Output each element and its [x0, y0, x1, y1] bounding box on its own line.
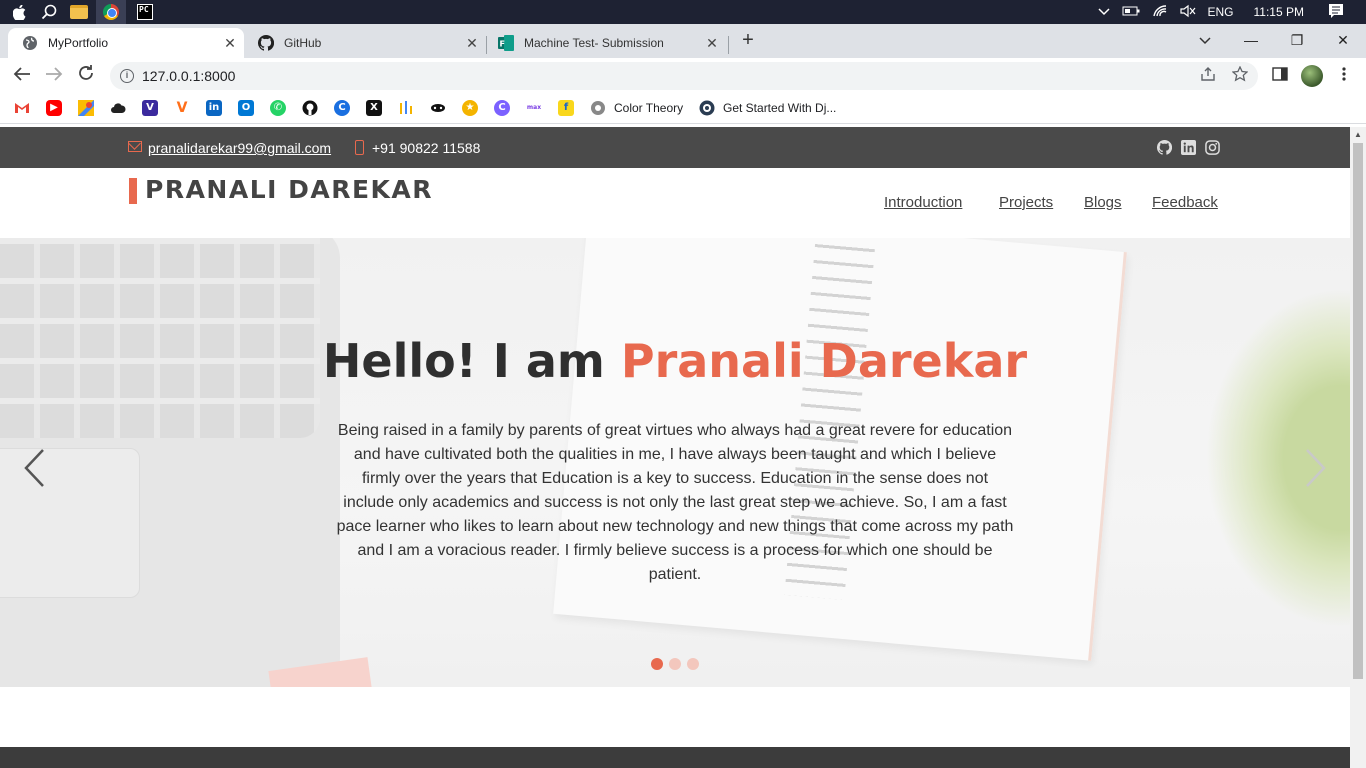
scrollbar-thumb[interactable]	[1353, 143, 1363, 679]
carousel-next-icon[interactable]	[1305, 448, 1327, 488]
forms-icon: F	[498, 35, 514, 51]
contact-bar: pranalidarekar99@gmail.com +91 90822 115…	[0, 127, 1350, 168]
new-tab-button[interactable]: +	[736, 28, 760, 52]
chevron-up-icon[interactable]	[1097, 5, 1110, 19]
clock[interactable]: 11:15 PM	[1254, 5, 1304, 19]
maps-icon[interactable]	[78, 100, 94, 116]
v-icon[interactable]: V	[142, 100, 158, 116]
reload-icon[interactable]	[74, 64, 98, 88]
hero-description: Being raised in a family by parents of g…	[336, 422, 1014, 583]
tab-github[interactable]: GitHub ✕	[244, 28, 486, 58]
instagram-social-icon[interactable]	[1205, 140, 1220, 155]
notifications-icon[interactable]	[1328, 3, 1344, 22]
volume-muted-icon[interactable]	[1179, 4, 1196, 21]
bookmark-get-started-django[interactable]: Get Started With Dj...	[723, 101, 836, 115]
nav-introduction[interactable]: Introduction	[884, 194, 962, 211]
tab-title: GitHub	[284, 36, 322, 50]
brand-accent-bar	[129, 178, 137, 204]
bug-icon[interactable]	[430, 100, 446, 116]
browser-tab-strip: MyPortfolio ✕ GitHub ✕ F Machine Test- S…	[0, 24, 1366, 58]
youtube-icon[interactable]: ▶	[46, 100, 62, 116]
svg-text:F: F	[500, 40, 505, 49]
url-text: 127.0.0.1:8000	[142, 68, 236, 84]
forward-icon[interactable]	[42, 64, 66, 88]
max-icon[interactable]: max	[526, 100, 542, 116]
outlook-icon[interactable]: O	[238, 100, 254, 116]
close-icon[interactable]: ✕	[704, 35, 720, 52]
carousel-dot-2[interactable]	[669, 658, 681, 670]
carousel-prev-icon[interactable]	[23, 448, 45, 488]
coin-icon[interactable]: ★	[462, 100, 478, 116]
x-icon[interactable]: X	[366, 100, 382, 116]
v-orange-icon[interactable]: V	[174, 100, 190, 116]
close-window-icon[interactable]: ✕	[1329, 28, 1357, 52]
site-brand[interactable]: PRANALI DAREKAR	[145, 175, 433, 204]
restore-icon[interactable]: ❐	[1283, 28, 1311, 52]
apple-icon[interactable]	[8, 3, 30, 21]
file-explorer-icon[interactable]	[68, 3, 90, 21]
profile-avatar[interactable]	[1301, 65, 1323, 87]
scroll-up-icon[interactable]: ▲	[1354, 130, 1362, 139]
share-icon[interactable]	[1200, 66, 1216, 86]
github-icon	[257, 34, 275, 51]
search-icon[interactable]	[38, 3, 60, 21]
carousel-dot-3[interactable]	[687, 658, 699, 670]
close-icon[interactable]: ✕	[222, 35, 238, 52]
page-viewport: pranalidarekar99@gmail.com +91 90822 115…	[0, 127, 1350, 768]
tab-divider	[728, 36, 729, 54]
tab-title: MyPortfolio	[48, 36, 109, 50]
back-icon[interactable]	[10, 64, 34, 88]
carousel-dot-1[interactable]	[651, 658, 663, 670]
address-bar[interactable]: i 127.0.0.1:8000	[110, 62, 1258, 90]
tab-myportfolio[interactable]: MyPortfolio ✕	[8, 28, 244, 58]
tab-machine-test[interactable]: F Machine Test- Submission ✕	[484, 28, 726, 58]
github-bookmark-icon[interactable]	[302, 100, 318, 116]
tab-search-icon[interactable]	[1191, 28, 1219, 52]
menu-icon[interactable]	[1342, 66, 1346, 85]
browser-toolbar: i 127.0.0.1:8000	[0, 58, 1366, 94]
nav-blogs[interactable]: Blogs	[1084, 194, 1122, 211]
cloud-icon[interactable]	[110, 100, 126, 116]
github-social-icon[interactable]	[1156, 139, 1173, 155]
hero-carousel: Hello! I am Pranali Darekar Being raised…	[0, 238, 1350, 687]
globe-icon	[22, 35, 38, 51]
tab-title: Machine Test- Submission	[524, 36, 664, 50]
nav-feedback[interactable]: Feedback	[1152, 194, 1218, 211]
minimize-icon[interactable]: —	[1237, 28, 1265, 52]
whatsapp-icon[interactable]: ✆	[270, 100, 286, 116]
linkedin-icon[interactable]: in	[206, 100, 222, 116]
page-scrollbar[interactable]: ▲	[1350, 127, 1366, 768]
wifi-icon[interactable]	[1152, 4, 1168, 21]
phone-number: +91 90822 11588	[372, 140, 481, 156]
site-info-icon[interactable]: i	[120, 69, 134, 83]
django-icon[interactable]	[699, 100, 715, 116]
bookmark-star-icon[interactable]	[1231, 65, 1249, 86]
flipkart-icon[interactable]: f	[558, 100, 574, 116]
pycharm-icon[interactable]: PC	[134, 3, 156, 21]
gmail-icon[interactable]	[14, 100, 30, 116]
language-indicator[interactable]: ENG	[1208, 5, 1234, 19]
chrome-taskbar-icon[interactable]	[96, 0, 126, 24]
os-taskbar: PC ENG 11:15 PM	[0, 0, 1366, 24]
phone-icon	[355, 140, 364, 155]
nav-projects[interactable]: Projects	[999, 194, 1053, 211]
battery-icon[interactable]	[1122, 5, 1140, 19]
bookmarks-bar: ▶ V V in O ✆ C X ★ C max f Color Theory …	[0, 94, 1366, 124]
close-icon[interactable]: ✕	[464, 35, 480, 52]
envelope-icon	[128, 141, 142, 152]
hero-title-name: Pranali Darekar	[620, 334, 1028, 388]
c-icon[interactable]: C	[334, 100, 350, 116]
side-panel-icon[interactable]	[1272, 66, 1288, 85]
bars-icon[interactable]	[398, 100, 414, 116]
next-section-dark	[0, 747, 1350, 768]
linkedin-social-icon[interactable]	[1181, 140, 1196, 155]
color-theory-icon[interactable]	[590, 100, 606, 116]
hero-title-prefix: Hello! I am	[322, 334, 621, 388]
email-link[interactable]: pranalidarekar99@gmail.com	[148, 140, 331, 156]
bookmark-color-theory[interactable]: Color Theory	[614, 101, 683, 115]
canva-icon[interactable]: C	[494, 100, 510, 116]
hero-title: Hello! I am Pranali Darekar	[0, 334, 1350, 388]
trackpad-image	[0, 448, 140, 598]
